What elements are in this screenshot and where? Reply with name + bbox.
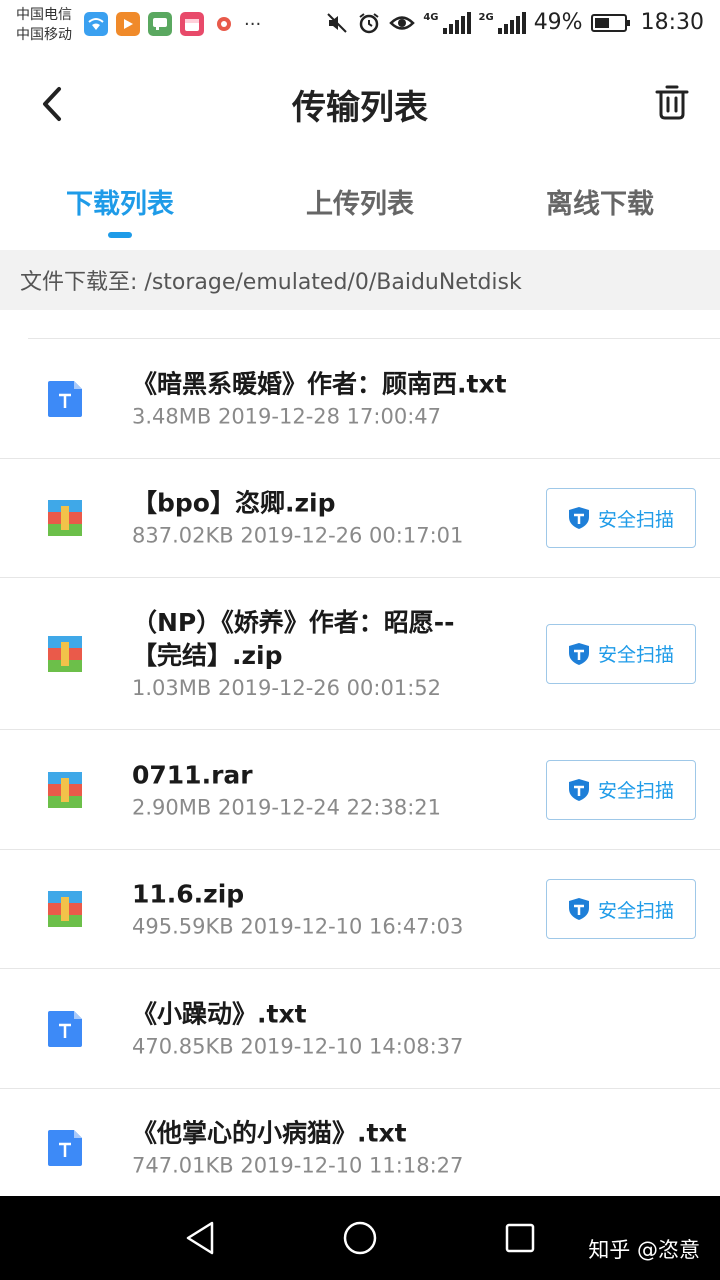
- zip-file-icon: [48, 635, 82, 672]
- file-info: （NP）《娇养》作者：昭愿--【完结】.zip 1.03MB 2019-12-2…: [132, 606, 462, 702]
- carrier-1: 中国电信: [16, 7, 72, 23]
- shield-icon: [568, 778, 589, 801]
- security-scan-label: 安全扫描: [597, 644, 674, 666]
- file-row[interactable]: 0711.rar 2.90MB 2019-12-24 22:38:21 安全扫描: [0, 730, 720, 850]
- zip-file-icon: [48, 891, 82, 927]
- security-scan-button[interactable]: 安全扫描: [546, 623, 696, 684]
- txt-file-icon: [48, 381, 82, 417]
- tab-upload-list[interactable]: 上传列表: [240, 156, 480, 250]
- watermark-text: 知乎 @恣意: [588, 1238, 700, 1262]
- file-meta: 837.02KB 2019-12-26 00:17:01: [132, 523, 464, 548]
- square-recents-icon: [505, 1223, 535, 1253]
- file-meta: 1.03MB 2019-12-26 00:01:52: [132, 675, 441, 700]
- security-scan-button[interactable]: 安全扫描: [546, 879, 696, 939]
- file-name: 《他掌心的小病猫》.txt: [132, 1118, 407, 1148]
- file-meta: 495.59KB 2019-12-10 16:47:03: [132, 914, 464, 939]
- file-meta: 470.85KB 2019-12-10 14:08:37: [132, 1034, 464, 1058]
- calendar-app-icon: [180, 12, 204, 36]
- security-scan-label: 安全扫描: [597, 780, 674, 802]
- file-row[interactable]: 11.6.zip 495.59KB 2019-12-10 16:47:03 安全…: [0, 850, 720, 969]
- zip-file-icon: [48, 500, 82, 536]
- system-nav-bar: 知乎 @恣意: [0, 1196, 720, 1280]
- file-info: 11.6.zip 495.59KB 2019-12-10 16:47:03: [132, 878, 532, 941]
- nav-home-button[interactable]: [340, 1218, 380, 1258]
- battery-icon: [590, 13, 630, 32]
- triangle-back-icon: [186, 1221, 214, 1255]
- carrier-2: 中国移动: [16, 27, 72, 43]
- nav-back-button[interactable]: [180, 1218, 220, 1258]
- divider: [28, 338, 720, 339]
- file-row[interactable]: 《暗黑系暖婚》作者：顾南西.txt 3.48MB 2019-12-28 17:0…: [0, 340, 720, 459]
- transfer-tabs: 下载列表 上传列表 离线下载: [0, 156, 720, 250]
- signal-strength-icon-2: 2G: [479, 11, 526, 34]
- txt-file-icon: [48, 1130, 82, 1166]
- delete-button[interactable]: [650, 80, 694, 124]
- shield-icon: [568, 642, 589, 665]
- battery-percent: 49%: [533, 10, 583, 35]
- file-info: 【bpo】恣卿.zip 837.02KB 2019-12-26 00:17:01: [132, 487, 532, 550]
- download-path: 文件下载至: /storage/emulated/0/BaiduNetdisk: [0, 250, 720, 310]
- page-title: 传输列表: [292, 88, 428, 128]
- file-row[interactable]: 【bpo】恣卿.zip 837.02KB 2019-12-26 00:17:01…: [0, 459, 720, 578]
- file-name: 《暗黑系暖婚》作者：顾南西.txt: [132, 369, 507, 399]
- txt-file-icon: [48, 1010, 82, 1047]
- video-app-icon: [116, 12, 140, 36]
- file-meta: 3.48MB 2019-12-28 17:00:47: [132, 404, 441, 429]
- zip-file-icon: [48, 771, 82, 808]
- security-scan-button[interactable]: 安全扫描: [546, 488, 696, 548]
- file-info: 《小躁动》.txt 470.85KB 2019-12-10 14:08:37: [132, 997, 532, 1060]
- file-list: 《暗黑系暖婚》作者：顾南西.txt 3.48MB 2019-12-28 17:0…: [0, 340, 720, 1207]
- wifi-app-icon: [84, 12, 108, 36]
- system-indicators: 4G 2G 49% 18:30: [325, 10, 704, 35]
- file-name: 11.6.zip: [132, 879, 245, 909]
- file-info: 《暗黑系暖婚》作者：顾南西.txt 3.48MB 2019-12-28 17:0…: [132, 368, 532, 431]
- shield-icon: [568, 898, 589, 920]
- app-header: 传输列表: [0, 52, 720, 156]
- nav-recents-button[interactable]: [500, 1218, 540, 1258]
- carrier-names: 中国电信 中国移动: [16, 5, 72, 45]
- mute-icon: [327, 12, 348, 33]
- tab-offline-download[interactable]: 离线下载: [480, 156, 720, 250]
- eye-comfort-icon: [389, 15, 416, 30]
- notification-icons: ···: [84, 12, 261, 36]
- file-meta: 747.01KB 2019-12-10 11:18:27: [132, 1153, 464, 1178]
- tab-download-list[interactable]: 下载列表: [0, 156, 240, 250]
- file-row[interactable]: 《他掌心的小病猫》.txt 747.01KB 2019-12-10 11:18:…: [0, 1089, 720, 1207]
- circle-home-icon: [343, 1221, 377, 1255]
- file-row[interactable]: （NP）《娇养》作者：昭愿--【完结】.zip 1.03MB 2019-12-2…: [0, 578, 720, 730]
- file-name: 0711.rar: [132, 760, 253, 789]
- file-meta: 2.90MB 2019-12-24 22:38:21: [132, 795, 441, 819]
- security-scan-label: 安全扫描: [597, 899, 674, 922]
- trash-icon: [655, 85, 689, 120]
- file-info: 0711.rar 2.90MB 2019-12-24 22:38:21: [132, 758, 532, 821]
- status-bar: 中国电信 中国移动 ··· 4G 2G 49% 18:30: [0, 0, 720, 52]
- file-row[interactable]: 《小躁动》.txt 470.85KB 2019-12-10 14:08:37: [0, 969, 720, 1089]
- security-scan-label: 安全扫描: [597, 508, 674, 531]
- file-name: （NP）《娇养》作者：昭愿--【完结】.zip: [132, 607, 455, 670]
- chat-app-icon: [148, 12, 172, 36]
- alarm-icon: [359, 12, 379, 33]
- clock: 18:30: [640, 10, 704, 35]
- signal-strength-icon: 4G: [423, 11, 471, 34]
- more-notifications-indicator: ···: [244, 13, 262, 35]
- file-name: 《小躁动》.txt: [132, 999, 307, 1028]
- security-scan-button[interactable]: 安全扫描: [546, 759, 696, 820]
- browser-app-icon: [212, 12, 236, 36]
- shield-icon: [568, 507, 589, 529]
- file-name: 【bpo】恣卿.zip: [132, 488, 336, 518]
- file-info: 《他掌心的小病猫》.txt 747.01KB 2019-12-10 11:18:…: [132, 1117, 532, 1180]
